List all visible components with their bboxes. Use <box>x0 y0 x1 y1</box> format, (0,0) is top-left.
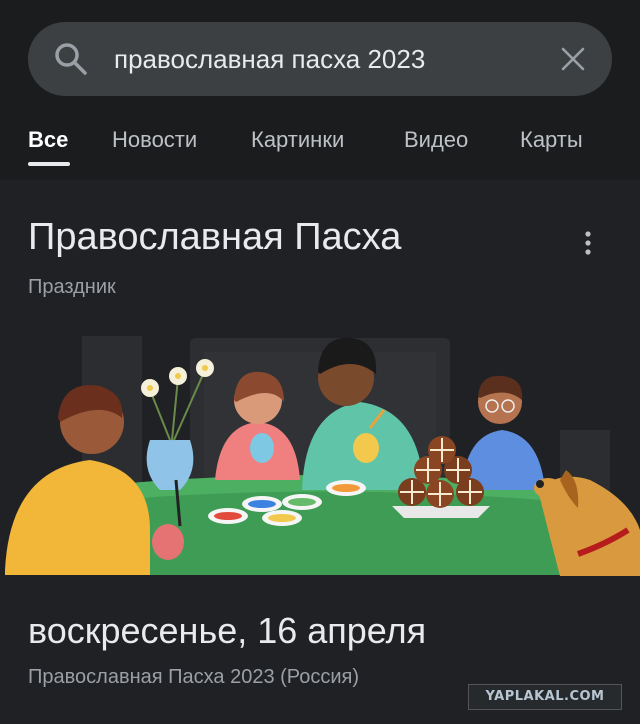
knowledge-panel-subtitle: Праздник <box>28 276 116 298</box>
search-icon[interactable] <box>52 40 90 78</box>
easter-dinner-illustration <box>5 336 640 576</box>
tab-maps[interactable]: Карты <box>520 118 583 162</box>
tab-all[interactable]: Все <box>28 118 68 162</box>
watermark-logo: YAPLAKAL.COM <box>468 684 622 710</box>
search-tabs: Все Новости Картинки Видео Карты <box>0 118 640 180</box>
more-options-icon[interactable] <box>576 230 600 256</box>
tab-videos[interactable]: Видео <box>404 118 468 162</box>
holiday-date-note: Православная Пасха 2023 (Россия) <box>28 666 360 688</box>
search-bar[interactable]: православная пасха 2023 <box>28 22 612 96</box>
tab-images[interactable]: Картинки <box>251 118 344 162</box>
close-icon[interactable] <box>560 46 586 72</box>
search-input[interactable]: православная пасха 2023 <box>114 22 425 96</box>
tab-news[interactable]: Новости <box>112 118 197 162</box>
active-tab-indicator <box>28 162 70 166</box>
top-bar: православная пасха 2023 Все Новости Карт… <box>0 0 640 180</box>
holiday-date: воскресенье, 16 апреля <box>28 610 427 651</box>
knowledge-panel-title: Православная Пасха <box>28 216 402 258</box>
